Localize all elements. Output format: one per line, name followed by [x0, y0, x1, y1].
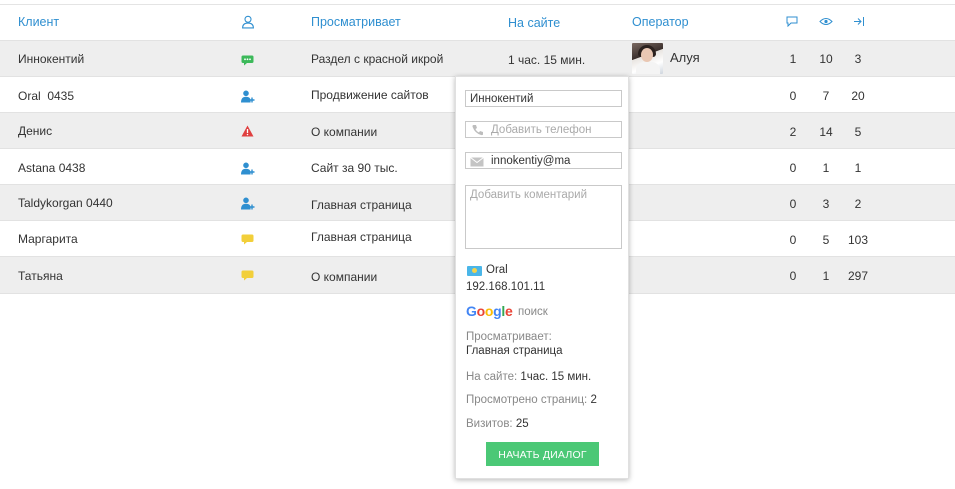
eye-icon[interactable]: [819, 17, 833, 26]
chat-green-icon: [241, 55, 254, 66]
viewing-page: Сайт за 90 тыс.: [311, 161, 398, 175]
table-header: Клиент Просматривает На сайте Оператор: [0, 5, 955, 40]
messages-count: 0: [789, 161, 797, 175]
views-count: 5: [822, 233, 830, 247]
user-icon[interactable]: [241, 15, 255, 29]
column-viewing[interactable]: Просматривает: [311, 15, 401, 29]
on-site-value: 1час. 15 мин.: [520, 371, 592, 383]
client-name[interactable]: Маргарита: [18, 232, 78, 246]
viewing-page: О компании: [311, 270, 378, 284]
phone-field[interactable]: [465, 121, 622, 138]
comment-field[interactable]: [465, 185, 622, 249]
email-field[interactable]: [465, 152, 622, 169]
views-count: 7: [822, 89, 830, 103]
client-name[interactable]: Oral 0435: [18, 89, 74, 103]
visits-label: Визитов:: [466, 418, 513, 430]
visitor-ip: 192.168.101.11: [466, 281, 546, 293]
chat-yellow-icon: [241, 234, 254, 245]
viewing-page: Раздел с красной икрой: [311, 52, 444, 66]
chat-bubble-icon[interactable]: [786, 16, 798, 27]
envelope-icon: [470, 157, 484, 167]
viewing-page: Главная страница: [311, 230, 412, 244]
visitor-details-popup: Oral 192.168.101.11 Google поиск Просмат…: [455, 76, 629, 479]
operator-name: Алуя: [670, 50, 700, 65]
messages-count: 1: [789, 52, 797, 66]
client-name[interactable]: Денис: [18, 124, 52, 138]
start-dialog-button[interactable]: НАЧАТЬ ДИАЛОГ: [486, 442, 599, 466]
visits-count: 297: [847, 269, 869, 283]
visits-count: 5: [854, 125, 862, 139]
client-name[interactable]: Иннокентий: [18, 52, 84, 66]
avatar: [632, 43, 663, 74]
views-count: 3: [822, 197, 830, 211]
viewing-page: Главная страница: [311, 198, 412, 212]
warning-icon: [241, 125, 254, 137]
on-site-row: На сайте: 1час. 15 мин.: [466, 371, 591, 383]
user-add-icon: [241, 90, 255, 103]
name-field[interactable]: [465, 90, 622, 107]
viewing-value: Главная страница: [466, 345, 563, 357]
viewing-page: Продвижение сайтов: [311, 88, 429, 102]
kazakhstan-flag-icon: [467, 266, 482, 276]
column-client[interactable]: Клиент: [18, 15, 59, 29]
visits-count: 2: [854, 197, 862, 211]
search-source-label: поиск: [518, 306, 548, 318]
visits-row: Визитов: 25: [466, 418, 529, 430]
client-name[interactable]: Татьяна: [18, 269, 63, 283]
table-row[interactable]: Иннокентий Раздел с красной икрой 1 час.…: [0, 40, 955, 77]
visitor-city: Oral: [486, 264, 508, 276]
messages-count: 0: [789, 269, 797, 283]
column-operator[interactable]: Оператор: [632, 15, 689, 29]
pages-value: 2: [590, 394, 597, 406]
visits-count: 3: [854, 52, 862, 66]
pages-row: Просмотрено страниц: 2: [466, 394, 597, 406]
viewing-page: О компании: [311, 125, 378, 139]
column-on-site[interactable]: На сайте: [508, 16, 560, 30]
viewing-label: Просматривает:: [466, 331, 552, 343]
enter-arrow-icon[interactable]: [853, 16, 865, 27]
phone-icon: [472, 125, 483, 136]
messages-count: 0: [789, 89, 797, 103]
chat-yellow-icon: [241, 270, 254, 281]
views-count: 1: [822, 269, 830, 283]
user-add-icon: [241, 162, 255, 175]
messages-count: 2: [789, 125, 797, 139]
visits-count: 1: [854, 161, 862, 175]
visits-value: 25: [515, 418, 529, 430]
time-on-site: 1 час. 15 мин.: [508, 53, 586, 67]
user-add-icon: [241, 197, 255, 210]
google-logo-icon: Google: [466, 303, 513, 319]
views-count: 10: [819, 52, 833, 66]
client-name[interactable]: Astana 0438: [18, 161, 85, 175]
visits-count: 20: [851, 89, 865, 103]
messages-count: 0: [789, 233, 797, 247]
views-count: 14: [819, 125, 833, 139]
views-count: 1: [822, 161, 830, 175]
visits-count: 103: [847, 233, 869, 247]
messages-count: 0: [789, 197, 797, 211]
on-site-label: На сайте:: [466, 371, 518, 383]
client-name[interactable]: Taldykorgan 0440: [18, 196, 113, 210]
pages-label: Просмотрено страниц:: [466, 394, 588, 406]
